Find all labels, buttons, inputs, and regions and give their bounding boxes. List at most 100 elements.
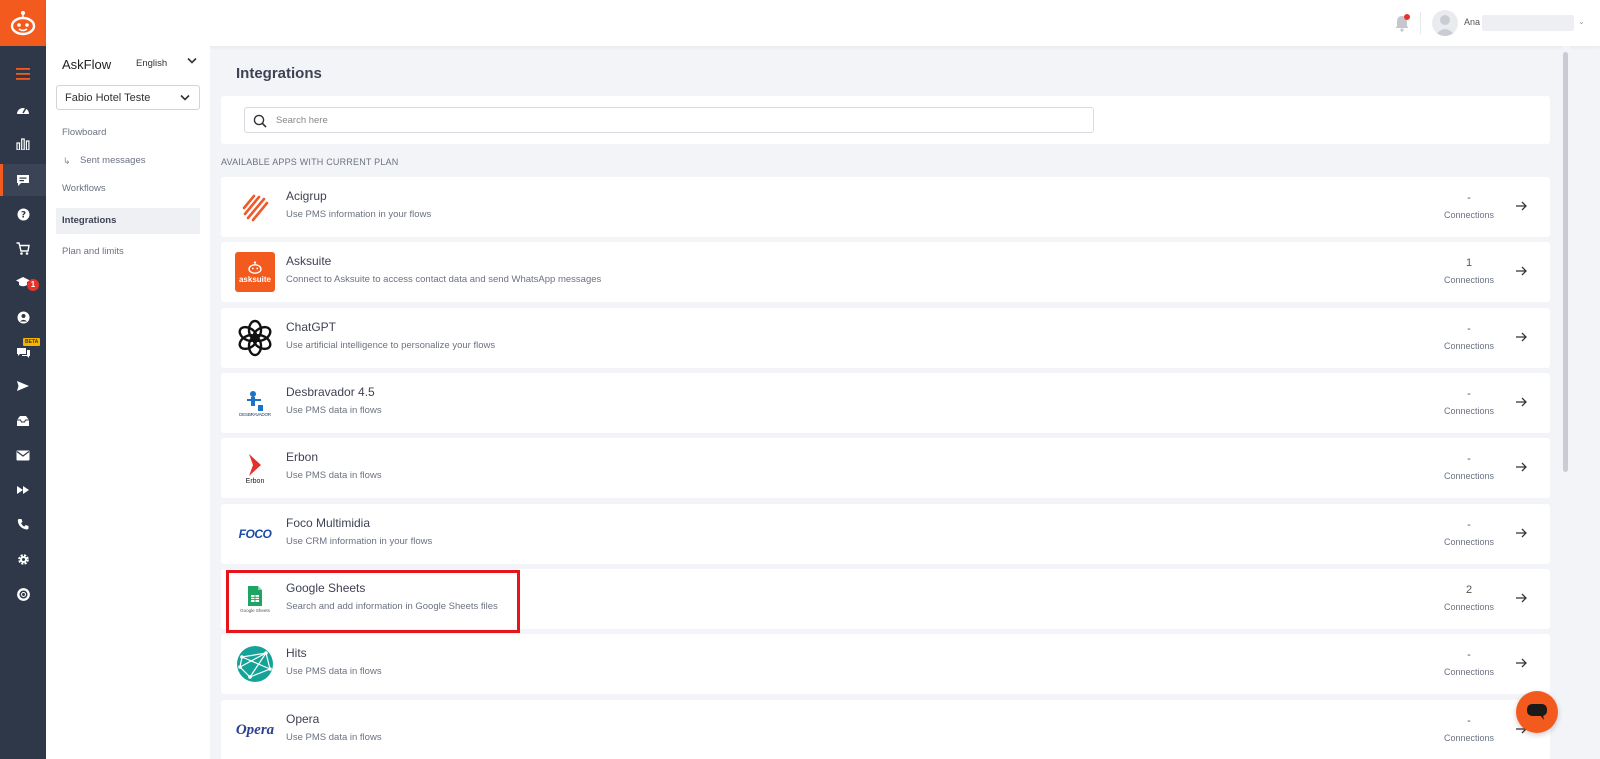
- integration-row-chatgpt[interactable]: ChatGPT Use artificial intelligence to p…: [221, 308, 1550, 368]
- connection-count: -: [1467, 649, 1471, 661]
- integration-name: Asksuite: [286, 254, 332, 268]
- integration-name: Erbon: [286, 450, 319, 464]
- arrow-right-icon[interactable]: [1514, 656, 1528, 670]
- chat-bubble-icon: [1527, 704, 1547, 720]
- sidebar-item-sent-messages[interactable]: Sent messages: [56, 148, 200, 174]
- arrow-right-icon[interactable]: [1514, 591, 1528, 605]
- integration-row-erbon[interactable]: Erbon Erbon Use PMS data in flows - Conn…: [221, 438, 1550, 498]
- connection-count: -: [1467, 453, 1471, 465]
- integration-description: Use PMS information in your flows: [286, 209, 432, 220]
- sidebar-item-flowboard[interactable]: Flowboard: [56, 120, 200, 146]
- beta-badge: BETA: [23, 338, 41, 346]
- svg-text:?: ?: [20, 210, 25, 220]
- connections-label: Connections: [1443, 406, 1495, 416]
- connections-label: Connections: [1443, 733, 1495, 743]
- icon-rail: ? 1 BETA: [0, 0, 46, 759]
- integration-row-asksuite[interactable]: asksuite Asksuite Connect to Asksuite to…: [221, 242, 1550, 302]
- connections-label: Connections: [1443, 602, 1495, 612]
- lifebuoy-icon[interactable]: [0, 580, 46, 608]
- sidebar-title: AskFlow: [62, 57, 112, 72]
- chat-bubbles-icon[interactable]: BETA: [0, 338, 46, 366]
- bar-chart-icon[interactable]: [0, 130, 46, 158]
- notification-badge: 1: [27, 279, 39, 291]
- hotel-select-value: Fabio Hotel Teste: [65, 92, 151, 104]
- integration-description: Use PMS data in flows: [286, 405, 382, 416]
- erbon-logo: Erbon: [235, 448, 275, 488]
- search-card: Search here: [221, 96, 1550, 144]
- user-name[interactable]: Ana: [1464, 17, 1480, 27]
- sidebar-item-workflows[interactable]: Workflows: [56, 176, 200, 202]
- connections-label: Connections: [1443, 275, 1495, 285]
- arrow-right-icon[interactable]: [1514, 199, 1528, 213]
- user-circle-icon[interactable]: [0, 303, 46, 331]
- integration-name: Desbravador 4.5: [286, 385, 375, 399]
- connection-count: -: [1467, 323, 1471, 335]
- redacted-user-surname: [1482, 15, 1574, 31]
- graduation-cap-icon[interactable]: 1: [0, 268, 46, 296]
- chat-flow-icon[interactable]: [0, 164, 46, 196]
- integration-row-opera[interactable]: Opera Opera Use PMS data in flows - Conn…: [221, 700, 1550, 759]
- integration-name: Hits: [286, 646, 307, 660]
- menu-icon[interactable]: [0, 60, 46, 88]
- askflow-sidebar: AskFlow English Fabio Hotel Teste Flowbo…: [46, 46, 210, 759]
- section-label: AVAILABLE APPS WITH CURRENT PLAN: [221, 157, 399, 167]
- cart-icon[interactable]: [0, 234, 46, 262]
- connection-count: -: [1467, 388, 1471, 400]
- integration-name: Acigrup: [286, 189, 327, 203]
- logo-text: asksuite: [238, 274, 272, 284]
- phone-icon[interactable]: [0, 510, 46, 538]
- sidebar-item-integrations[interactable]: Integrations: [56, 208, 200, 234]
- chat-widget-button[interactable]: [1516, 691, 1558, 733]
- inbox-icon[interactable]: [0, 407, 46, 435]
- search-placeholder: Search here: [276, 115, 328, 126]
- integration-description: Search and add information in Google She…: [286, 601, 498, 612]
- hotel-select[interactable]: Fabio Hotel Teste: [56, 85, 200, 110]
- gear-icon[interactable]: [0, 545, 46, 573]
- hits-logo: [235, 644, 275, 684]
- notification-dot: [1404, 14, 1410, 20]
- integration-name: ChatGPT: [286, 320, 337, 334]
- arrow-right-icon[interactable]: [1514, 395, 1528, 409]
- help-icon[interactable]: ?: [0, 200, 46, 228]
- logo-text: FOCO: [238, 527, 272, 541]
- integration-row-foco-multimidia[interactable]: FOCO Foco Multimidia Use CRM information…: [221, 504, 1550, 564]
- arrow-right-icon[interactable]: [1514, 460, 1528, 474]
- arrow-right-icon[interactable]: [1514, 264, 1528, 278]
- foco-logo: FOCO: [235, 514, 275, 554]
- asksuite-logo: asksuite: [235, 252, 275, 292]
- desbravador-logo: DESBRAVADOR: [235, 383, 275, 423]
- fast-forward-icon[interactable]: [0, 476, 46, 504]
- avatar[interactable]: [1432, 10, 1458, 36]
- send-icon[interactable]: [0, 372, 46, 400]
- integration-row-google-sheets[interactable]: Google Sheets Google Sheets Search and a…: [221, 569, 1550, 629]
- connection-count: 2: [1465, 584, 1473, 596]
- mail-icon[interactable]: [0, 441, 46, 469]
- chatgpt-logo: [235, 318, 275, 358]
- asksuite-robot-logo[interactable]: [0, 0, 46, 46]
- connection-count: -: [1467, 519, 1471, 531]
- chevron-down-icon[interactable]: ⌄: [1578, 17, 1585, 26]
- connections-label: Connections: [1443, 471, 1495, 481]
- connections-label: Connections: [1443, 210, 1495, 220]
- sidebar-item-plan-and-limits[interactable]: Plan and limits: [56, 239, 200, 265]
- connections-label: Connections: [1443, 667, 1495, 677]
- google-sheets-logo: Google Sheets: [235, 579, 275, 619]
- connections-label: Connections: [1443, 537, 1495, 547]
- dashboard-icon[interactable]: [0, 96, 46, 124]
- opera-logo: Opera: [235, 710, 275, 750]
- integration-description: Use PMS data in flows: [286, 666, 382, 677]
- integration-row-desbravador[interactable]: DESBRAVADOR Desbravador 4.5 Use PMS data…: [221, 373, 1550, 433]
- integration-name: Google Sheets: [286, 581, 366, 595]
- integration-description: Use CRM information in your flows: [286, 536, 433, 547]
- connections-label: Connections: [1443, 341, 1495, 351]
- language-select[interactable]: English: [136, 58, 167, 69]
- arrow-right-icon[interactable]: [1514, 526, 1528, 540]
- logo-text: DESBRAVADOR: [239, 411, 271, 417]
- connection-count: -: [1467, 192, 1471, 204]
- scrollbar-thumb[interactable]: [1563, 52, 1568, 472]
- integration-row-acigrup[interactable]: Acigrup Use PMS information in your flow…: [221, 177, 1550, 237]
- integration-row-hits[interactable]: Hits Use PMS data in flows - Connections: [221, 634, 1550, 694]
- search-input[interactable]: Search here: [244, 107, 1094, 133]
- arrow-right-icon[interactable]: [1514, 330, 1528, 344]
- chevron-down-icon[interactable]: [187, 56, 197, 68]
